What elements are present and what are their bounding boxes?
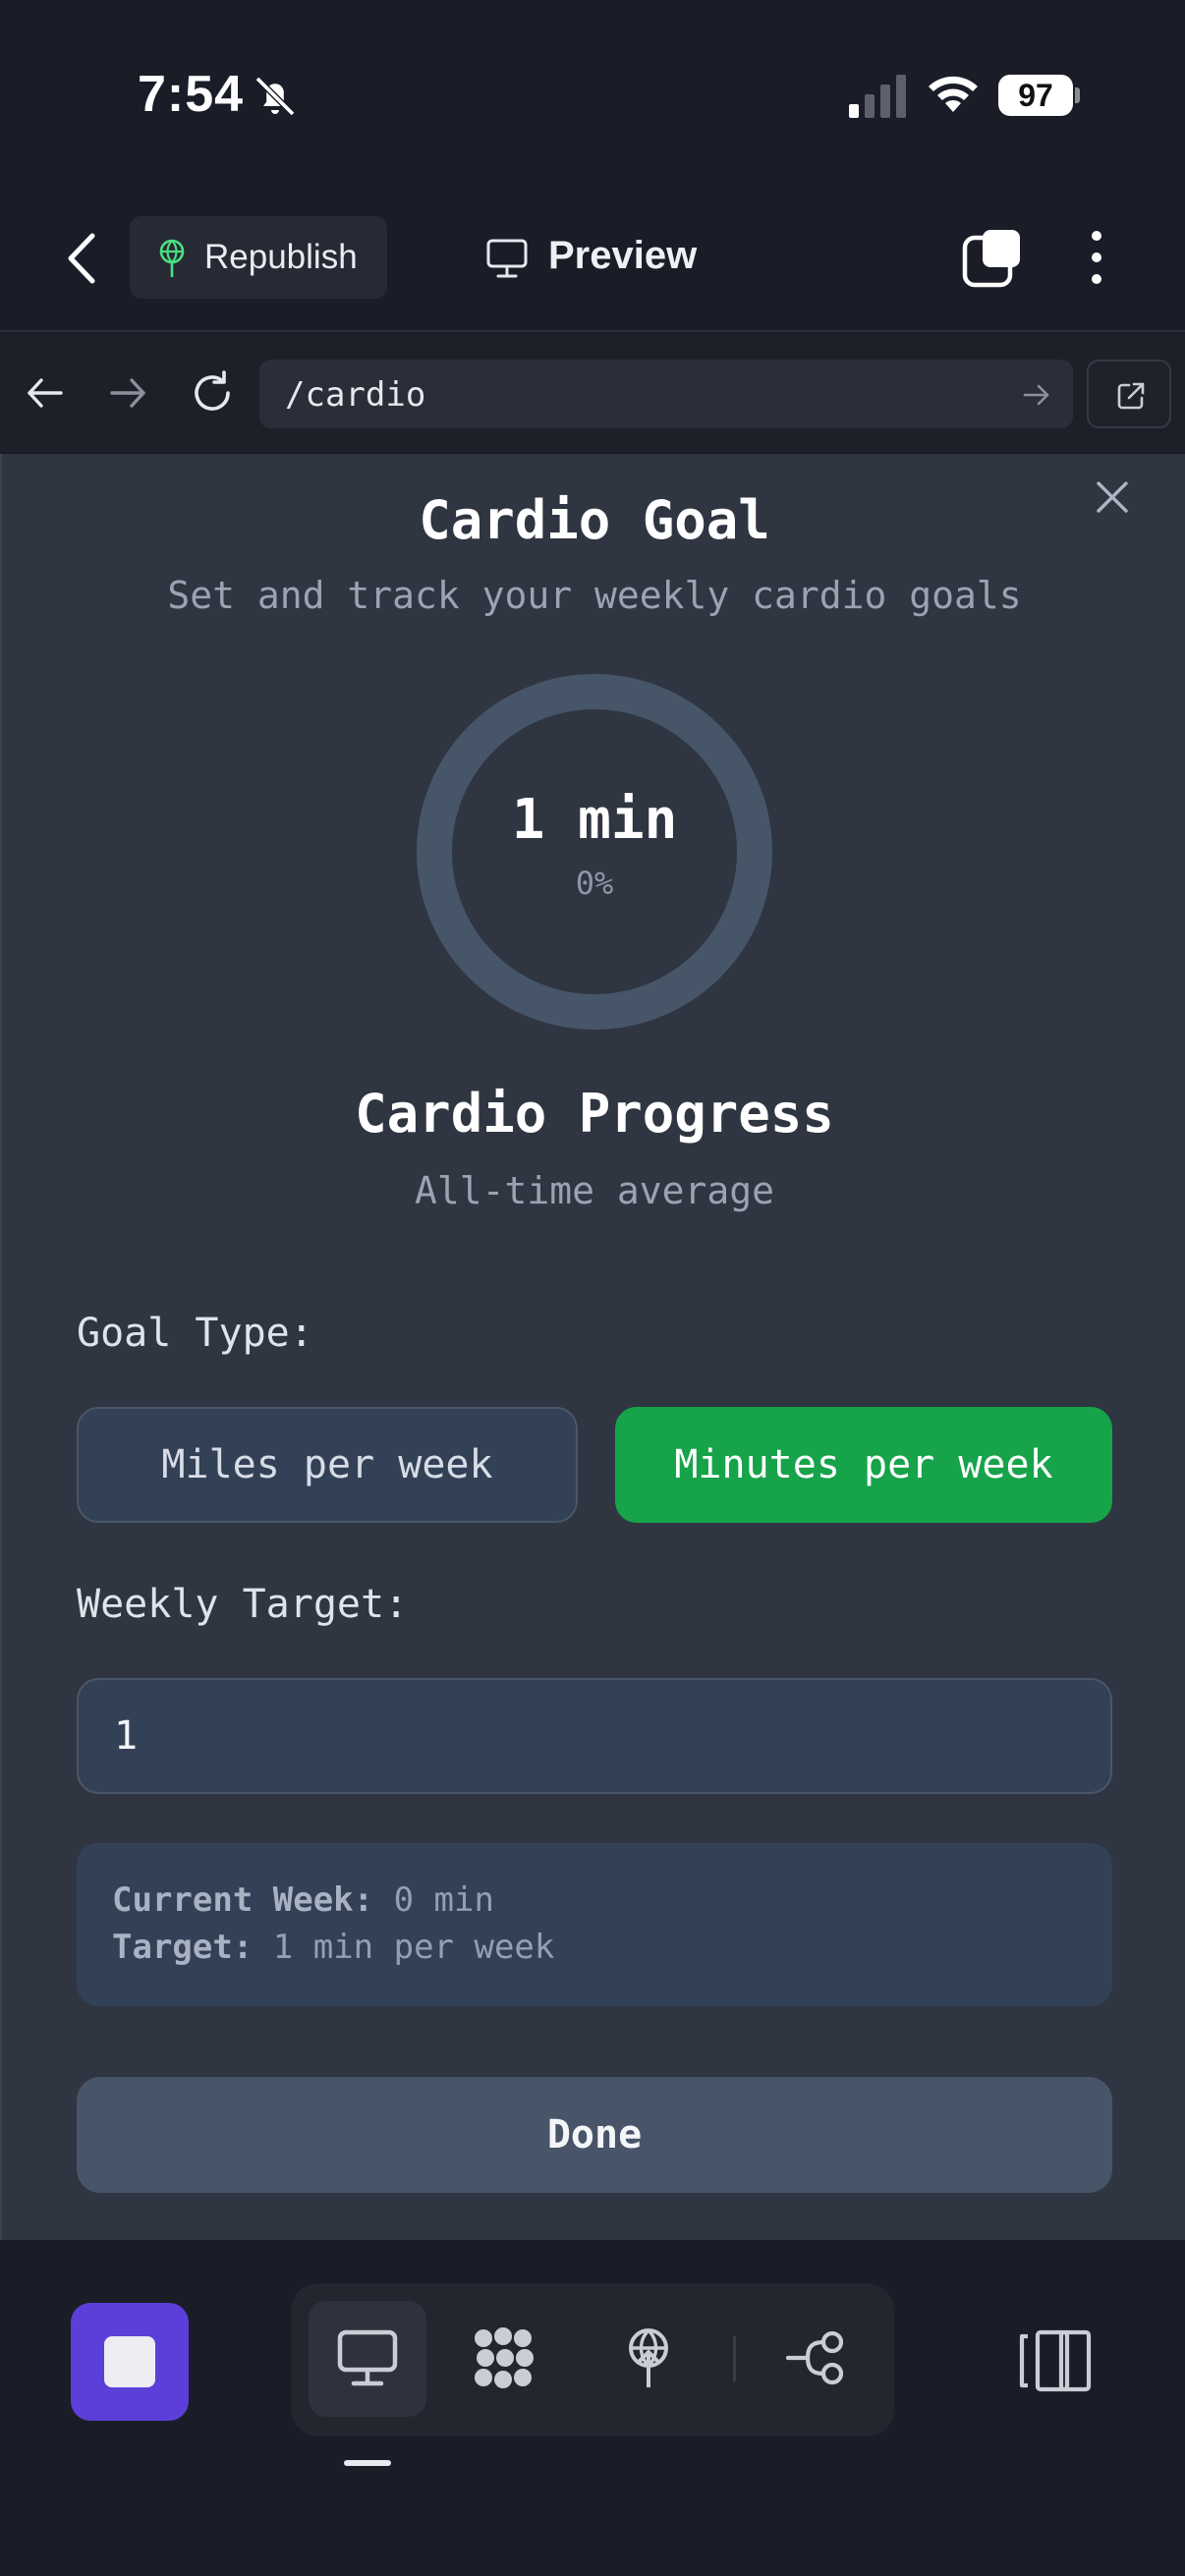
ring-percent: 0% [575,865,614,902]
external-link-icon [1117,382,1145,410]
status-bar: 7:54 97 [0,0,1185,196]
target-line: Target: 1 min per week [112,1928,554,1967]
battery-tip [1075,87,1080,103]
workflow-icon [786,2330,844,2385]
dots-grid-icon [475,2327,534,2388]
progress-subtitle: All-time average [414,1169,775,1212]
stop-icon [104,2336,155,2387]
cellular-signal-icon [849,75,906,118]
tool-publish-button[interactable] [590,2301,707,2417]
app-header: Republish Preview [0,196,1185,332]
miles-per-week-button[interactable]: Miles per week [77,1407,578,1523]
summary-box: Current Week: 0 min Target: 1 min per we… [77,1843,1112,2006]
reload-icon[interactable] [189,369,236,417]
url-field[interactable]: /cardio [259,360,1073,428]
preview-label: Preview [548,234,698,277]
chevron-left-icon[interactable] [61,230,104,287]
tool-workflow-button[interactable] [759,2301,876,2417]
republish-label: Republish [204,238,358,276]
tool-components-button[interactable] [444,2301,562,2417]
current-week-value: 0 min [393,1880,494,1920]
done-button[interactable]: Done [77,2077,1112,2193]
open-external-button[interactable] [1087,360,1171,428]
arrow-right-icon[interactable] [106,371,149,415]
bell-muted-icon [254,76,296,117]
url-text: /cardio [285,375,426,415]
goal-type-label: Goal Type: [77,1311,313,1356]
weekly-target-label: Weekly Target: [77,1582,409,1627]
antenna-icon [629,2328,668,2387]
tool-preview-button[interactable] [309,2301,426,2417]
progress-ring-graphic [417,674,772,1030]
current-week-line: Current Week: 0 min [112,1880,494,1920]
active-tab-indicator [344,2460,391,2466]
modal-title: Cardio Goal [419,489,770,551]
progress-title: Cardio Progress [355,1083,834,1145]
battery-indicator: 97 [998,75,1081,116]
antenna-icon [159,239,185,277]
minutes-per-week-button[interactable]: Minutes per week [615,1407,1112,1523]
tool-divider [733,2336,736,2381]
browser-bar: /cardio [0,334,1185,452]
tabs-icon[interactable] [961,226,1024,289]
ring-value: 1 min [511,788,678,852]
panel-toggle-icon[interactable] [1018,2328,1093,2393]
republish-button[interactable]: Republish [130,216,387,299]
progress-ring: 1 min 0% [417,674,772,1030]
cardio-goal-modal: Cardio Goal Set and track your weekly ca… [0,454,1185,2240]
weekly-target-input[interactable] [77,1678,1112,1794]
monitor-icon [486,239,528,278]
arrow-right-icon[interactable] [1022,381,1051,409]
battery-level: 97 [998,75,1073,116]
current-week-label: Current Week: [112,1880,374,1920]
kebab-menu-icon[interactable] [1079,226,1114,289]
arrow-left-icon[interactable] [24,371,67,415]
preview-button[interactable]: Preview [483,216,739,299]
modal-subtitle: Set and track your weekly cardio goals [167,574,1022,617]
target-label: Target: [112,1928,254,1967]
target-value: 1 min per week [272,1928,555,1967]
wifi-icon [929,76,978,112]
bottom-toolbar [0,2240,1185,2576]
stop-button[interactable] [71,2303,189,2421]
status-time: 7:54 [138,66,245,123]
monitor-icon [337,2329,398,2386]
tool-group [291,2283,894,2436]
